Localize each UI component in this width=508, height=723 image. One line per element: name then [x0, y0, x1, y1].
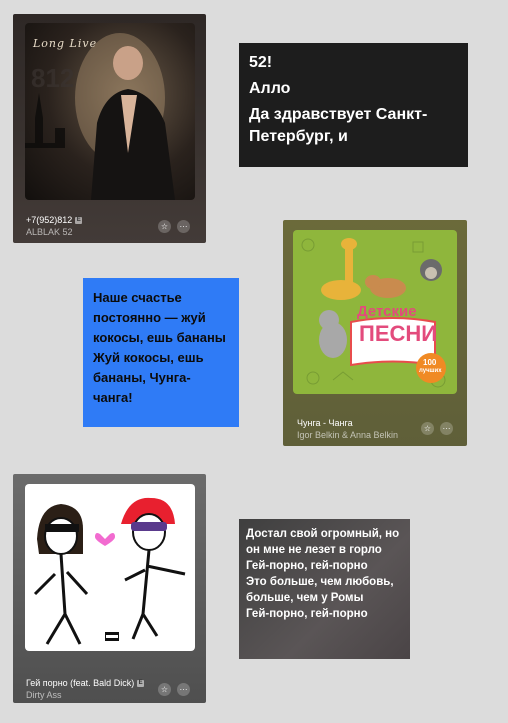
album-cover-3-art	[33, 497, 186, 645]
favorite-star-icon[interactable]: ☆	[421, 422, 434, 435]
lyric-line: Это больше, чем любовь, больше, чем у Ро…	[246, 576, 394, 604]
cover-title-1: Детские	[357, 303, 417, 320]
cover-badge-number: 100	[423, 358, 437, 367]
explicit-badge: E	[75, 217, 83, 225]
album-cover-1: Long Live 812	[25, 23, 195, 200]
track-title-1: +7(952)812 E	[26, 215, 83, 225]
track-title-3: Гей порно (feat. Bald Dick) E	[26, 678, 145, 688]
cover-badge-word: лучших	[419, 368, 442, 374]
lyrics-card-3: Достал свой огромный, но он мне не лезет…	[239, 519, 410, 659]
lyric-line: Достал свой огромный, но он мне не лезет…	[246, 528, 400, 556]
more-options-icon[interactable]: ···	[177, 220, 190, 233]
more-options-icon[interactable]: ···	[440, 422, 453, 435]
track-card-1[interactable]: Long Live 812 +7(952)812 E ALBLAK 52 ☆ ··…	[13, 14, 206, 243]
track-artist-3: Dirty Ass	[26, 690, 62, 700]
cover-title-text: Long Live	[33, 37, 98, 50]
lyric-line: Гей-порно, гей-порно	[246, 560, 368, 572]
cover-number-text: 812	[31, 63, 75, 93]
album-cover-3	[25, 484, 195, 651]
lyric-line: Гей-порно, гей-порно	[246, 608, 368, 620]
track-artist-1: ALBLAK 52	[26, 227, 73, 237]
track-title-3-text: Гей порно (feat. Bald Dick)	[26, 678, 135, 688]
lyric-line: 52!	[249, 54, 273, 71]
lyric-line: Алло	[249, 80, 291, 97]
favorite-star-icon[interactable]: ☆	[158, 220, 171, 233]
track-title-2: Чунга - Чанга	[297, 418, 353, 428]
track-card-2[interactable]: Детские песни 100 лучших Чунга - Чанга I…	[283, 220, 467, 446]
explicit-badge: E	[137, 680, 145, 688]
track-artist-2: Igor Belkin & Anna Belkin	[297, 430, 399, 440]
lyric-line: Да здравствует Санкт-Петербург, и	[249, 106, 428, 145]
favorite-star-icon[interactable]: ☆	[158, 683, 171, 696]
cover-title-2: песни	[359, 321, 438, 346]
track-card-3[interactable]: Гей порно (feat. Bald Dick) E Dirty Ass ☆…	[13, 474, 206, 703]
lyric-line: Наше счастье постоянно — жуй кокосы, ешь…	[93, 290, 226, 345]
lyrics-card-2: Наше счастье постоянно — жуй кокосы, ешь…	[83, 278, 239, 427]
lyrics-card-1: 52! Алло Да здравствует Санкт-Петербург,…	[239, 43, 468, 167]
album-cover-2: Детские песни 100 лучших	[293, 230, 457, 394]
lyric-line: Жуй кокосы, ешь бананы, Чунга-чанга!	[93, 350, 204, 405]
track-title-1-text: +7(952)812	[26, 215, 73, 225]
more-options-icon[interactable]: ···	[177, 683, 190, 696]
